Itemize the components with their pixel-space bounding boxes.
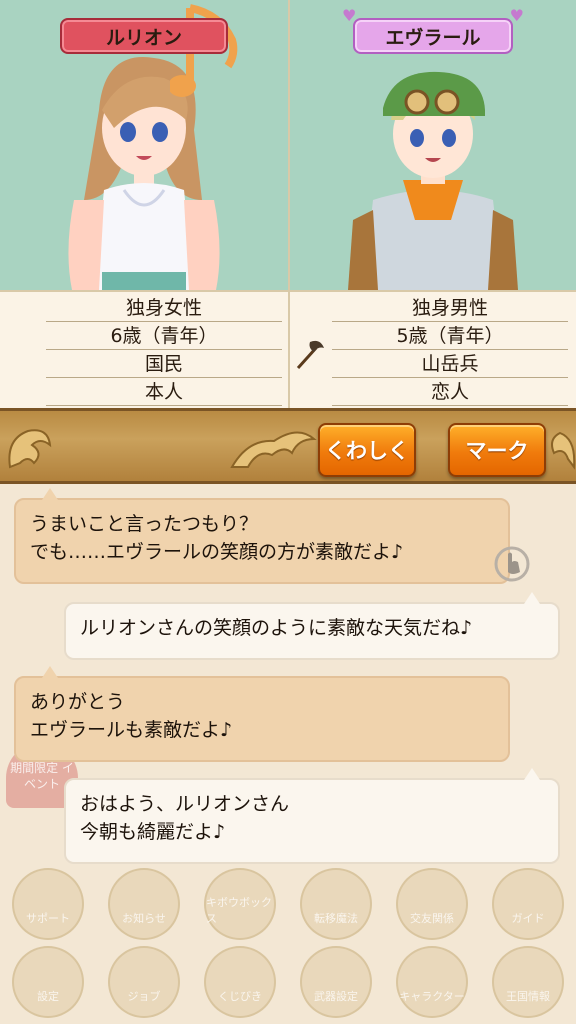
menu-weapon: 武器設定 xyxy=(300,946,372,1018)
axe-icon xyxy=(296,340,324,370)
message-1-line-2: でも……エヴラールの笑顔の方が素敵だよ♪ xyxy=(30,541,404,563)
message-bubble-2[interactable]: ルリオンさんの笑顔のように素敵な天気だね♪ xyxy=(64,592,560,660)
menu-kingdom: 王国情報 xyxy=(492,946,564,1018)
left-profile-age: 6歳（青年） xyxy=(46,322,282,350)
menu-row-2: 設定 ジョブ くじびき 武器設定 キャラクター 王国情報 xyxy=(0,946,576,1018)
mark-button[interactable]: マーク xyxy=(448,423,546,477)
message-4-line-2: 今朝も綺麗だよ♪ xyxy=(80,821,226,843)
right-portrait-panel[interactable]: ♥ ♥ エヴラール xyxy=(288,0,576,290)
message-3-line-1: ありがとう xyxy=(30,691,126,713)
detail-button[interactable]: くわしく xyxy=(318,423,416,477)
message-3-line-2: エヴラールも素敵だよ♪ xyxy=(30,719,233,741)
menu-support: サポート xyxy=(12,868,84,940)
right-character-name-tag: エヴラール xyxy=(353,18,513,54)
menu-lottery: くじびき xyxy=(204,946,276,1018)
right-profile-age: 5歳（青年） xyxy=(332,322,568,350)
left-portrait-panel[interactable]: ルリオン xyxy=(0,0,288,290)
right-profile-job: 山岳兵 xyxy=(332,350,568,378)
menu-settings: 設定 xyxy=(12,946,84,1018)
message-4-line-1: おはよう、ルリオンさん xyxy=(80,793,290,815)
action-bar: くわしく マーク xyxy=(0,408,576,484)
right-character-name: エヴラール xyxy=(385,26,481,49)
message-bubble-1[interactable]: うまいこと言ったつもり？ でも……エヴラールの笑顔の方が素敵だよ♪ xyxy=(14,488,510,584)
menu-job: ジョブ xyxy=(108,946,180,1018)
tap-indicator-icon[interactable] xyxy=(492,544,532,584)
menu-hope-box: キボウボックス xyxy=(204,868,276,940)
left-profile-status: 独身女性 xyxy=(46,294,282,322)
portraits: ルリオン ♥ ♥ エヴラール xyxy=(0,0,576,290)
message-bubble-4[interactable]: おはよう、ルリオンさん 今朝も綺麗だよ♪ xyxy=(64,768,560,864)
male-character-avatar xyxy=(348,71,518,290)
right-profile: 独身男性 5歳（青年） 山岳兵 恋人 xyxy=(288,292,576,408)
profile-table: 独身女性 6歳（青年） 国民 本人 独身男性 5歳（青年） 山岳兵 恋人 xyxy=(0,290,576,408)
menu-teleport: 転移魔法 xyxy=(300,868,372,940)
ornament-left-icon xyxy=(8,429,52,469)
right-profile-status: 独身男性 xyxy=(332,294,568,322)
left-character-name: ルリオン xyxy=(105,26,182,49)
message-1-line-1: うまいこと言ったつもり？ xyxy=(30,513,259,535)
menu-row-1: サポート お知らせ キボウボックス 転移魔法 交友関係 ガイド xyxy=(0,868,576,940)
left-character-name-tag: ルリオン xyxy=(60,18,228,54)
left-profile-job: 国民 xyxy=(46,350,282,378)
left-profile-relation: 本人 xyxy=(46,378,282,406)
menu-relations: 交友関係 xyxy=(396,868,468,940)
conversation-area: 期間限定 イベント サポート お知らせ キボウボックス 転移魔法 交友関係 ガイ… xyxy=(0,484,576,1024)
menu-news: お知らせ xyxy=(108,868,180,940)
ornament-center-icon xyxy=(230,431,317,468)
message-bubble-3[interactable]: ありがとう エヴラールも素敵だよ♪ xyxy=(14,666,510,762)
right-profile-relation: 恋人 xyxy=(332,378,568,406)
message-2-line-1: ルリオンさんの笑顔のように素敵な天気だね♪ xyxy=(80,617,473,639)
ornament-right-icon xyxy=(551,431,576,470)
menu-guide: ガイド xyxy=(492,868,564,940)
menu-character: キャラクター xyxy=(396,946,468,1018)
left-profile: 独身女性 6歳（青年） 国民 本人 xyxy=(0,292,288,408)
